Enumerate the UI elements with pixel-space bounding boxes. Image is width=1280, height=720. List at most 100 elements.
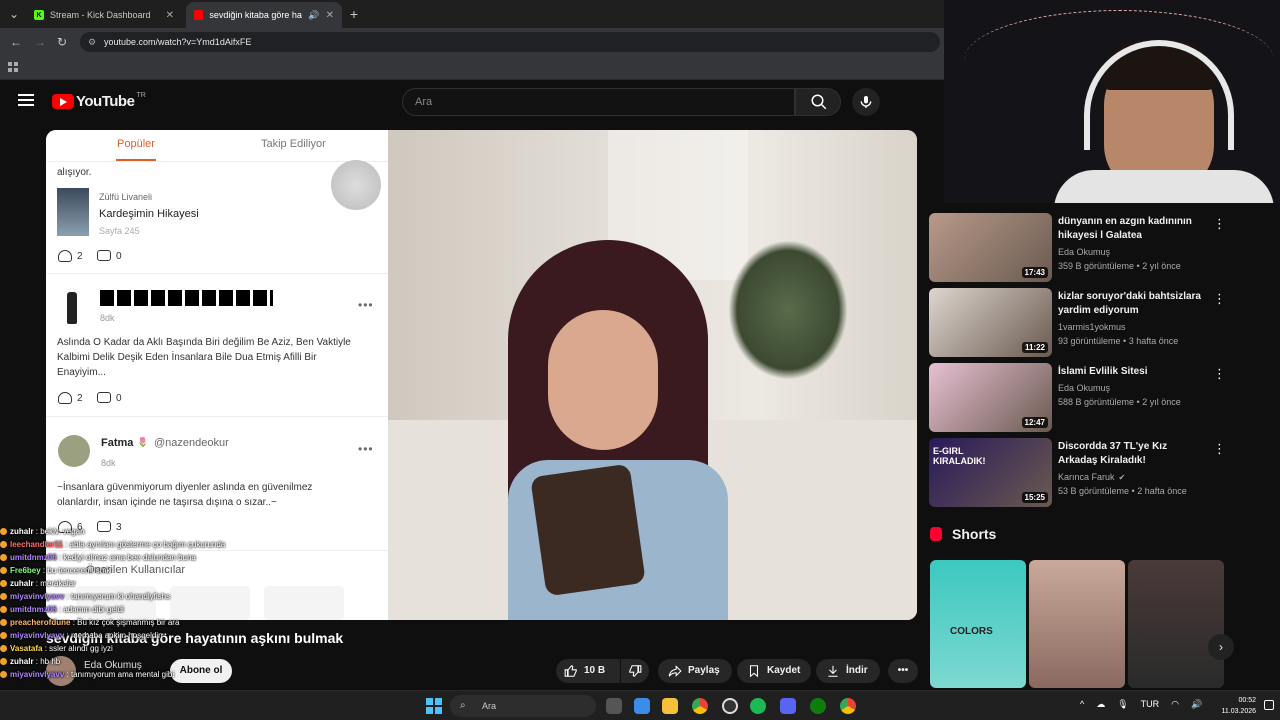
discord-icon[interactable] [780, 698, 796, 714]
back-icon[interactable]: ← [8, 34, 24, 50]
search-button[interactable] [795, 88, 841, 116]
forward-icon[interactable]: → [32, 34, 48, 50]
chat-username[interactable]: miyavinvlyavv [10, 631, 64, 640]
short-item[interactable] [1128, 560, 1224, 688]
clock[interactable]: 00:52 11.03.2026 [1221, 695, 1256, 717]
like-button[interactable]: 10 B [556, 659, 620, 683]
chat-username[interactable]: zuhalr [10, 527, 34, 536]
recommendation-item[interactable]: 17:43 dünyanın en azgın kadınının hikayes… [929, 208, 1280, 282]
recommendation-channel[interactable]: Karınca Faruk ✔ [1058, 472, 1125, 482]
chat-username[interactable]: miyavinvlyavv [10, 670, 64, 679]
task-view-icon[interactable] [606, 698, 622, 714]
recommendation-item[interactable]: 12:47 İslami Evlilik Sitesi Eda Okumuş 588 … [929, 358, 1280, 432]
video-scene [388, 130, 917, 620]
taskbar-search[interactable]: ⌕ Ara [450, 695, 596, 717]
folder-icon[interactable] [662, 698, 678, 714]
chat-separator: : [64, 631, 71, 640]
more-options-icon[interactable] [1213, 366, 1226, 382]
recommendation-title[interactable]: kizlar soruyor'daki bahtsizlara yardim e… [1058, 290, 1208, 318]
store-icon[interactable] [634, 698, 650, 714]
more-actions-button[interactable]: ••• [888, 659, 918, 683]
chat-username[interactable]: zuhalr [10, 579, 34, 588]
short-item[interactable]: COLORS [930, 560, 1026, 688]
chevron-up-icon[interactable]: ^ [1080, 699, 1084, 710]
cloud-icon[interactable]: ☁ [1096, 699, 1105, 710]
notification-icon[interactable] [1264, 700, 1274, 710]
download-button[interactable]: İndir [816, 659, 880, 683]
tab-kick-dashboard[interactable]: K Stream - Kick Dashboard ✕ [26, 2, 182, 28]
chat-badge-icon [0, 580, 7, 588]
recommendation-title[interactable]: İslami Evlilik Sitesi [1058, 365, 1208, 379]
close-tab-icon[interactable]: ✕ [326, 10, 334, 21]
more-horizontal-icon: ••• [897, 665, 909, 676]
url-field[interactable]: ⚙ youtube.com/watch?v=Ymd1dAifxFE [80, 32, 940, 52]
recommendation-channel[interactable]: Eda Okumuş [1058, 383, 1110, 393]
recommendation-title[interactable]: dünyanın en azgın kadınının hikayesi l G… [1058, 215, 1208, 243]
voice-search-button[interactable] [852, 88, 880, 116]
chrome-alt-icon[interactable] [840, 698, 856, 714]
kick-icon: K [34, 10, 44, 20]
close-tab-icon[interactable]: ✕ [166, 10, 174, 21]
recommendation-item[interactable]: 11:22 kizlar soruyor'daki bahtsizlara yar… [929, 283, 1280, 357]
address-bar-row: ← → ↻ ⚙ youtube.com/watch?v=Ymd1dAifxFE [0, 28, 944, 56]
dislike-button[interactable] [621, 659, 649, 683]
recommendation-title[interactable]: Discordda 37 TL'ye Kız Arkadaş Kiraladık… [1058, 440, 1208, 468]
video-thumbnail[interactable]: 17:43 [929, 213, 1052, 282]
phone-app-tabs: Popüler Takip Ediliyor [46, 130, 388, 162]
new-tab-icon[interactable]: + [346, 6, 362, 22]
save-button[interactable]: Kaydet [737, 659, 811, 683]
more-options-icon[interactable] [1213, 291, 1226, 307]
chat-message: bu tencereml smk [47, 566, 111, 575]
chat-message: adamın dibi geldi [63, 605, 124, 614]
volume-icon[interactable]: 🔊 [1191, 699, 1202, 710]
chat-username[interactable]: Fre6bey [10, 566, 41, 575]
wifi-icon[interactable]: ◠ [1171, 699, 1179, 710]
short-item[interactable] [1029, 560, 1125, 688]
site-info-icon[interactable]: ⚙ [88, 32, 96, 52]
recommendation-meta: 588 B görüntüleme • 2 yıl önce [1058, 397, 1181, 407]
video-thumbnail[interactable]: 11:22 [929, 288, 1052, 357]
recommendation-item[interactable]: E-GIRL KIRALADIK! 15:25 Discordda 37 TL'ye… [929, 433, 1280, 507]
divider [46, 273, 388, 274]
menu-icon[interactable] [18, 94, 34, 106]
chat-line: leechandler11 : abla aynılanı gösterme ç… [0, 538, 300, 551]
recommendation-channel[interactable]: Eda Okumuş [1058, 247, 1110, 257]
chat-username[interactable]: Vasatafa [10, 644, 42, 653]
tab-youtube-video[interactable]: sevdiğin kitaba göre hayatın 🔊 ✕ [186, 2, 342, 28]
channel-label: Eda Okumuş [1058, 383, 1111, 393]
recommendation-channel[interactable]: 1varmis1yokmus [1058, 322, 1126, 332]
chat-username[interactable]: umitdnmz06 [10, 553, 57, 562]
search-input[interactable]: Ara [402, 88, 795, 116]
youtube-logo[interactable]: YouTube TR [52, 92, 146, 110]
windows-start-icon[interactable] [426, 698, 442, 714]
chat-username[interactable]: umitdnmz06 [10, 605, 57, 614]
language-indicator[interactable]: TUR [1141, 699, 1160, 710]
more-options-icon[interactable] [1213, 441, 1226, 457]
video-thumbnail[interactable]: 12:47 [929, 363, 1052, 432]
post-text: ~İnsanlara güvenmiyorum diyenler aslında… [57, 482, 313, 508]
chrome-icon[interactable] [692, 698, 708, 714]
share-button[interactable]: Paylaş [658, 659, 732, 683]
chat-username[interactable]: leechandler11 [10, 540, 63, 549]
chat-line: zuhalr : merakalar [0, 577, 300, 590]
chat-line: zuhalr : hb hb [0, 655, 300, 668]
more-options-icon[interactable] [1213, 216, 1226, 232]
chat-username[interactable]: miyavinvlyavv [10, 592, 64, 601]
youtube-header: YouTube TR Ara [0, 80, 944, 124]
chat-username[interactable]: preacherofdune [10, 618, 70, 627]
share-label: Paylaş [688, 665, 720, 676]
reload-icon[interactable]: ↻ [54, 34, 70, 50]
chat-username[interactable]: zuhalr [10, 657, 34, 666]
tab-search-icon[interactable]: ⌄ [6, 6, 22, 22]
recommendation-meta: 93 görüntüleme • 3 hafta önce [1058, 336, 1179, 346]
spotify-icon[interactable] [750, 698, 766, 714]
microphone-icon[interactable]: 🎙 [1117, 699, 1128, 710]
speaker-icon[interactable]: 🔊 [308, 10, 319, 21]
obs-icon[interactable] [722, 698, 738, 714]
xbox-icon[interactable] [810, 698, 826, 714]
video-thumbnail[interactable]: E-GIRL KIRALADIK! 15:25 [929, 438, 1052, 507]
wine-bottle-avatar [67, 292, 77, 324]
channel-label: 1varmis1yokmus [1058, 322, 1126, 332]
apps-grid-icon[interactable] [8, 62, 18, 72]
shorts-next-button[interactable]: › [1208, 634, 1234, 660]
